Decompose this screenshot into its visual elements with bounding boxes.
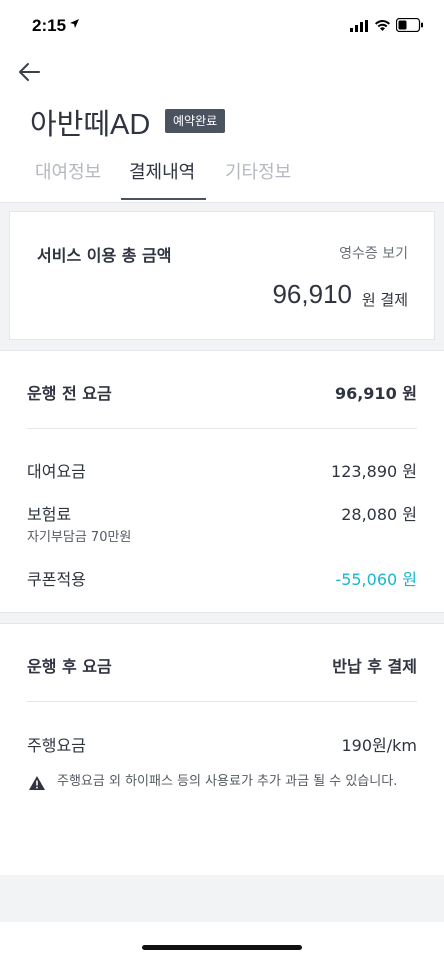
active-tab-indicator bbox=[121, 198, 206, 200]
location-arrow-icon bbox=[70, 19, 79, 28]
status-badge: 예약완료 bbox=[165, 109, 226, 133]
battery-icon bbox=[396, 18, 423, 32]
status-bar: 2:15 bbox=[0, 0, 444, 52]
insurance-deductible: 자기부담금 70만원 bbox=[27, 530, 132, 545]
additional-fee-notice: 주행요금 외 하이패스 등의 사용료가 추가 과금 될 수 있습니다. bbox=[57, 774, 398, 789]
mileage-fee-label: 주행요금 bbox=[27, 736, 86, 755]
signal-icon bbox=[350, 20, 368, 32]
back-arrow-icon[interactable] bbox=[16, 60, 44, 84]
home-indicator[interactable] bbox=[142, 945, 302, 950]
status-time: 2:15 bbox=[32, 16, 67, 35]
pre-drive-fees-card: 운행 전 요금 96,910 원 대여요금 123,890 원 보험료 자기부담… bbox=[0, 350, 444, 613]
post-drive-status: 반납 후 결제 bbox=[332, 657, 417, 676]
coupon-label: 쿠폰적용 bbox=[27, 570, 86, 589]
rental-fee-label: 대여요금 bbox=[27, 462, 86, 481]
page-header: 아반떼AD 예약완료 대여정보 결제내역 기타정보 bbox=[0, 52, 444, 203]
pre-drive-title: 운행 전 요금 bbox=[27, 384, 112, 403]
post-drive-title: 운행 후 요금 bbox=[27, 657, 112, 676]
wifi-icon bbox=[375, 20, 390, 31]
tab-other-info[interactable]: 기타정보 bbox=[225, 158, 291, 184]
pre-drive-total: 96,910 원 bbox=[334, 384, 417, 403]
insurance-label: 보험료 bbox=[27, 505, 72, 524]
divider bbox=[27, 428, 417, 429]
tab-payment-history[interactable]: 결제내역 bbox=[129, 158, 195, 184]
rental-fee-value: 123,890 원 bbox=[331, 462, 417, 481]
divider bbox=[27, 701, 417, 702]
total-suffix: 원 결제 bbox=[361, 291, 408, 309]
total-amount: 96,910 bbox=[272, 279, 352, 309]
warning-icon bbox=[29, 776, 45, 790]
page-title: 아반떼AD bbox=[30, 109, 151, 141]
post-drive-fees-card: 운행 후 요금 반납 후 결제 주행요금 190원/km bbox=[0, 623, 444, 875]
tab-rental-info[interactable]: 대여정보 bbox=[35, 158, 101, 184]
total-summary-card: 서비스 이용 총 금액 영수증 보기 96,910 원 결제 bbox=[9, 211, 435, 340]
receipt-link[interactable]: 영수증 보기 bbox=[339, 243, 408, 263]
insurance-value: 28,080 원 bbox=[341, 505, 417, 524]
home-bar-area bbox=[0, 922, 444, 960]
coupon-value: -55,060 원 bbox=[335, 570, 417, 589]
total-title: 서비스 이용 총 금액 bbox=[37, 246, 172, 265]
mileage-fee-value: 190원/km bbox=[341, 736, 417, 755]
